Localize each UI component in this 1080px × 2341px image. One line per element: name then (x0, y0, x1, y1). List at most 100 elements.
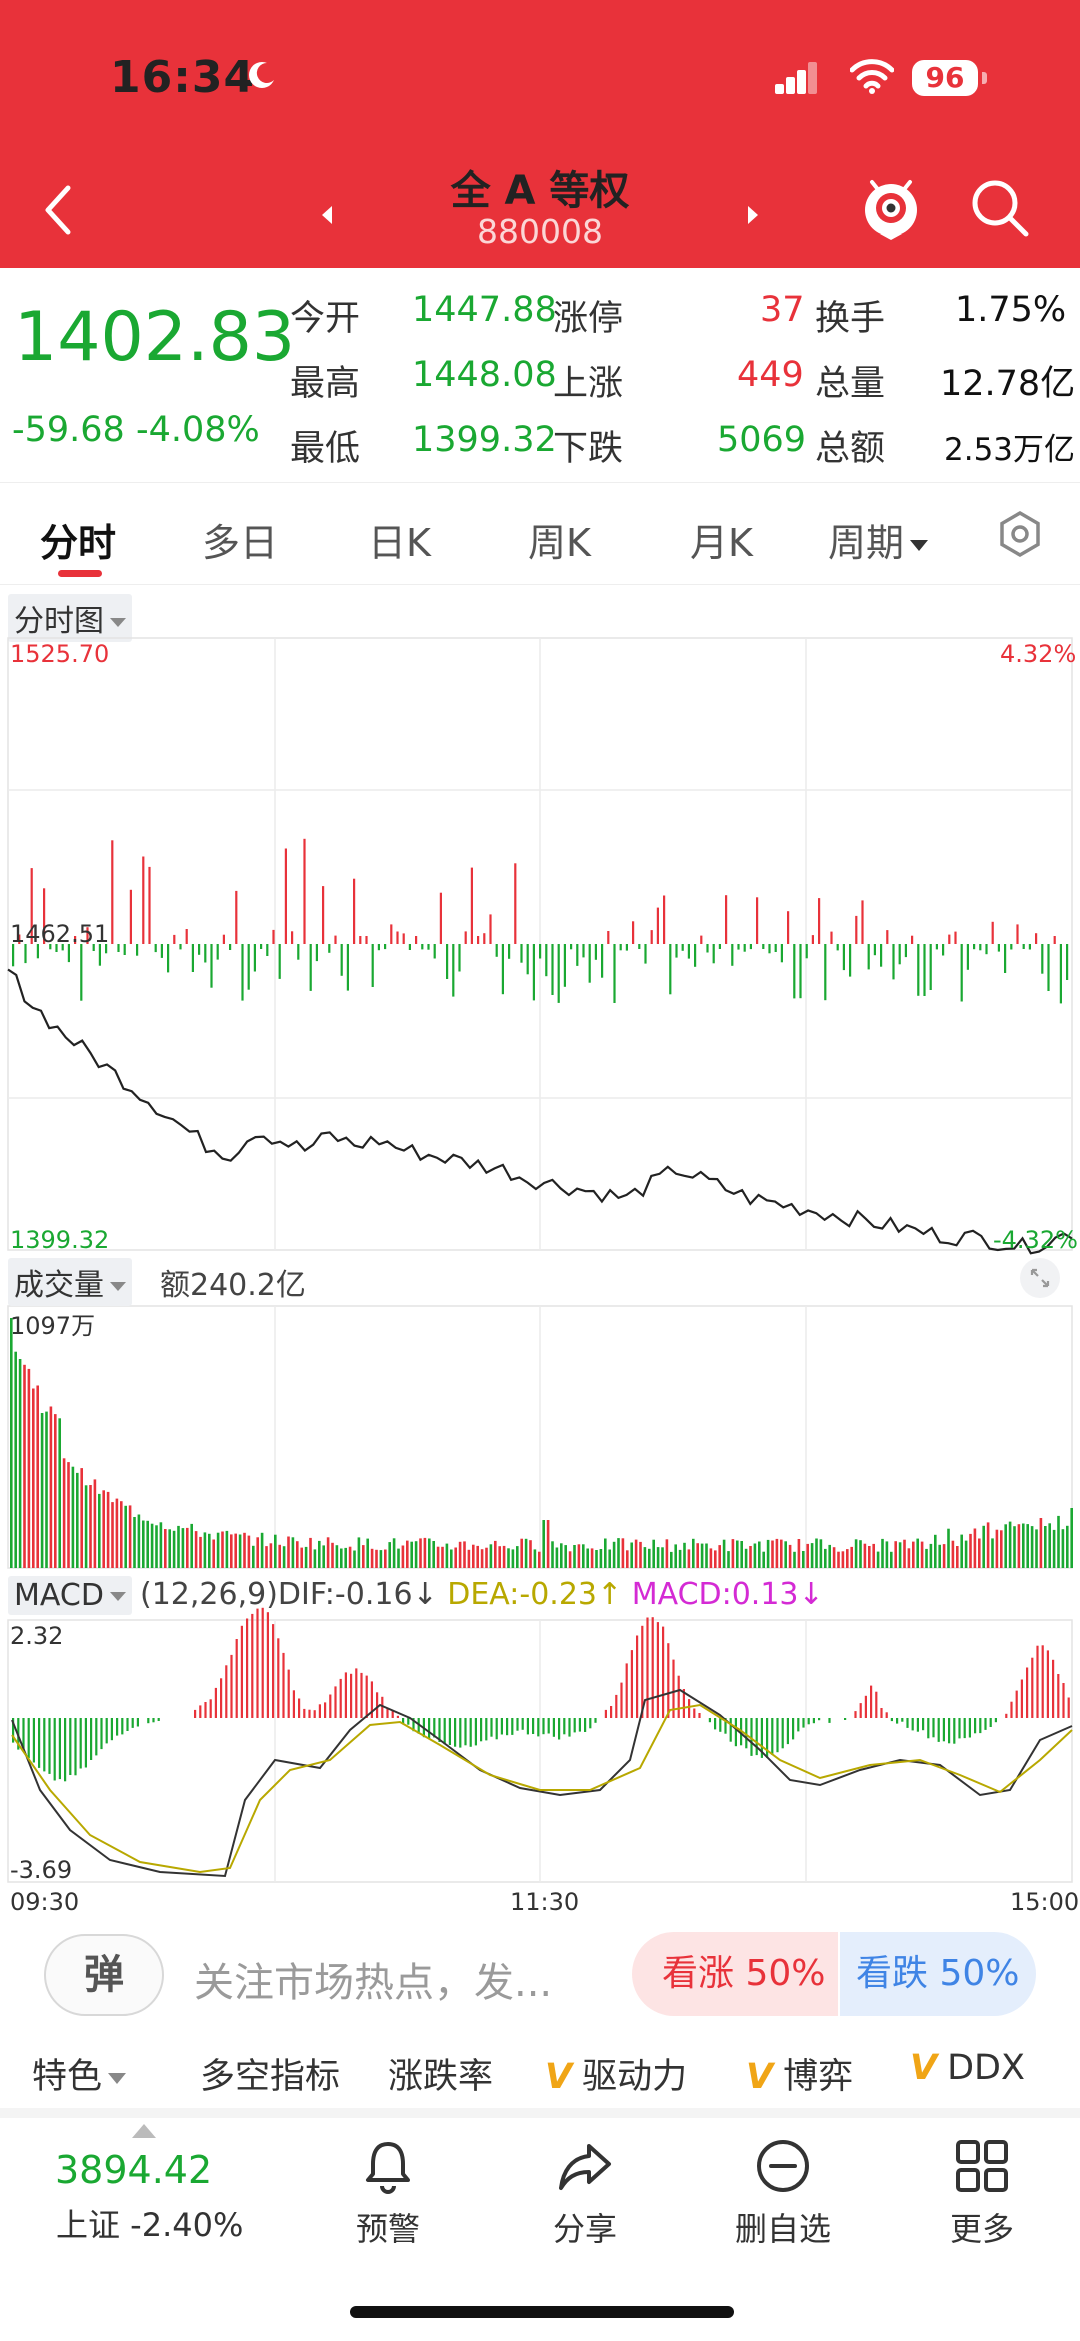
macd-bar (313, 1710, 316, 1718)
home-indicator (350, 2306, 734, 2318)
volume-bar (318, 1540, 321, 1568)
breadth-bar (371, 944, 374, 987)
macd-bar (256, 1608, 259, 1718)
breadth-bar (390, 924, 393, 944)
breadth-bar (167, 944, 170, 973)
volume-chart-selector[interactable]: 成交量 (8, 1258, 132, 1306)
remove-watchlist-button[interactable]: 删自选 (723, 2204, 843, 2250)
macd-bar (344, 1672, 347, 1718)
macd-bar (953, 1718, 956, 1744)
breadth-bar (402, 933, 405, 944)
indicator-driving-force[interactable]: V 驱动力 (545, 2048, 687, 2099)
macd-bar (355, 1668, 358, 1718)
volume-bar (32, 1388, 35, 1568)
dropdown-arrow-icon (109, 1592, 126, 1601)
volume-bar (190, 1523, 193, 1568)
volume-bar (824, 1548, 827, 1568)
breadth-bar (632, 921, 635, 944)
macd-bar (896, 1718, 899, 1724)
comment-input[interactable]: 关注市场热点，发... (194, 1950, 552, 2008)
volume-bar (881, 1538, 884, 1568)
macd-bar (1005, 1713, 1008, 1718)
volume-bar (683, 1542, 686, 1568)
breadth-bar (563, 944, 566, 987)
breadth-bar (377, 944, 380, 951)
alert-button[interactable]: 预警 (328, 2204, 448, 2250)
breadth-bar (619, 944, 622, 951)
volume-bar (780, 1539, 783, 1568)
expand-icon[interactable] (1020, 1258, 1060, 1298)
share-button[interactable]: 分享 (525, 2204, 645, 2250)
volume-bar (150, 1523, 154, 1568)
breadth-bar (191, 944, 194, 972)
breadth-bar (216, 944, 219, 960)
index-value[interactable]: 3894.42 (55, 2148, 212, 2192)
volume-bar (467, 1549, 471, 1568)
macd-bar (480, 1718, 483, 1742)
volume-bar (106, 1491, 110, 1568)
volume-bar (1048, 1523, 1051, 1568)
volume-bar (969, 1533, 972, 1568)
volume-bar (388, 1542, 391, 1568)
volume-bar (885, 1541, 889, 1568)
volume-bar (406, 1540, 409, 1568)
volume-bar (705, 1543, 708, 1568)
breadth-bar (762, 944, 765, 949)
breadth-bar (880, 944, 883, 967)
indicator-game[interactable]: V 博弈 (746, 2048, 853, 2099)
macd-bar (235, 1639, 238, 1718)
macd-chart-selector[interactable]: MACD (8, 1576, 132, 1615)
macd-bar (979, 1718, 982, 1734)
volume-bar (76, 1472, 79, 1568)
volume-bar (124, 1505, 127, 1568)
index-label[interactable]: 上证 -2.40% (56, 2200, 243, 2246)
macd-bar (454, 1718, 457, 1747)
breadth-bar (799, 944, 802, 999)
breadth-bar (247, 944, 250, 990)
vote-bear-button[interactable]: 看跌 50% (840, 1932, 1036, 2016)
vote-bull-button[interactable]: 看涨 50% (632, 1932, 838, 2016)
breadth-bar (266, 944, 269, 956)
volume-bar (894, 1541, 897, 1568)
breadth-bar (483, 933, 486, 944)
macd-bar (27, 1718, 30, 1759)
volume-bar (450, 1549, 453, 1568)
macd-bar (656, 1622, 659, 1718)
volume-bar (1008, 1521, 1012, 1568)
macd-bar (932, 1718, 935, 1738)
expand-up-arrow-icon[interactable] (132, 2124, 156, 2138)
macd-bar (870, 1685, 873, 1718)
macd-bar (610, 1706, 613, 1718)
breadth-bar (508, 944, 511, 959)
macd-bar (589, 1718, 592, 1729)
volume-bar (199, 1536, 202, 1568)
indicator-featured[interactable]: 特色 (32, 2048, 127, 2099)
macd-bar (272, 1624, 275, 1718)
volume-bar (102, 1490, 105, 1568)
indicator-long-short[interactable]: 多空指标 (200, 2048, 340, 2099)
share-icon[interactable] (555, 2136, 615, 2196)
macd-bar (734, 1718, 737, 1747)
macd-bar (350, 1673, 353, 1718)
volume-bar (793, 1551, 796, 1568)
breadth-bar (570, 944, 573, 950)
grid-more-icon[interactable] (952, 2136, 1012, 2196)
volume-bar (331, 1542, 334, 1568)
vip-icon: V (910, 2048, 938, 2088)
volume-bar (828, 1544, 831, 1568)
indicator-ddx[interactable]: V DDX (910, 2048, 1025, 2088)
danmaku-button[interactable]: 弹 (44, 1934, 164, 2016)
breadth-bar (966, 944, 969, 970)
more-button[interactable]: 更多 (922, 2204, 1042, 2250)
volume-bar (942, 1544, 946, 1568)
indicator-rise-fall-rate[interactable]: 涨跌率 (388, 2048, 493, 2099)
volume-bar (573, 1545, 576, 1568)
bell-icon[interactable] (358, 2136, 418, 2196)
macd-bar (693, 1708, 696, 1718)
volume-bar (304, 1546, 308, 1568)
volume-bar (54, 1414, 57, 1568)
remove-circle-icon[interactable] (753, 2136, 813, 2196)
macd-bar (261, 1607, 264, 1718)
macd-bar (339, 1678, 342, 1718)
macd-bar (625, 1663, 628, 1718)
